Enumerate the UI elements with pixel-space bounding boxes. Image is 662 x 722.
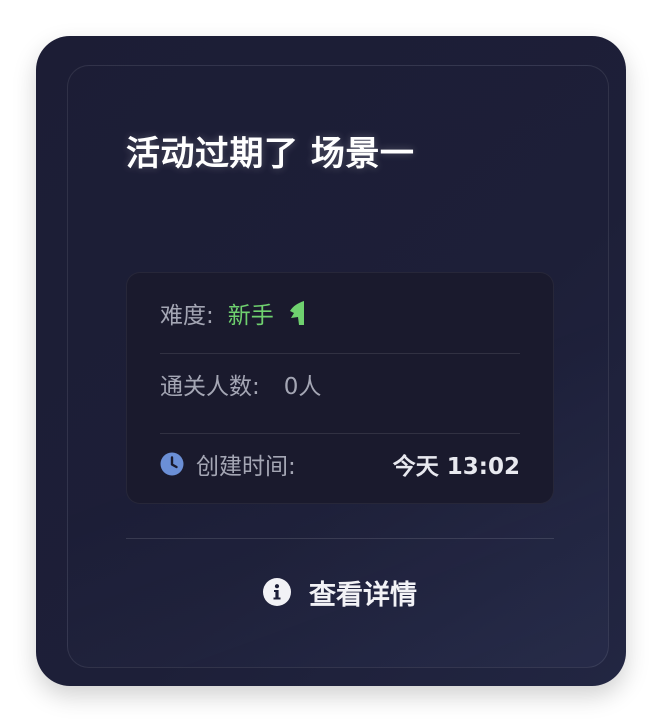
clear-count-row: 通关人数: 0人: [160, 364, 520, 404]
info-icon: [263, 578, 291, 606]
difficulty-value: 新手: [227, 303, 274, 329]
card-title: 活动过期了 场景一: [126, 134, 415, 174]
info-panel: 难度: 新手 通关人数: 0人 创建时间: 今天 13:02: [126, 272, 554, 504]
difficulty-row: 难度: 新手: [160, 293, 520, 333]
view-details-label: 查看详情: [309, 579, 417, 611]
created-time-row: 创建时间: 今天 13:02: [160, 444, 520, 484]
created-time-label-group: 创建时间:: [160, 447, 296, 481]
event-card: 活动过期了 场景一 难度: 新手 通关人数: 0人 创建时间: 今天 13:02…: [36, 36, 626, 686]
info-divider: [160, 353, 520, 354]
event-card-inner: 活动过期了 场景一 难度: 新手 通关人数: 0人 创建时间: 今天 13:02…: [67, 65, 609, 668]
view-details-button[interactable]: 查看详情: [126, 566, 554, 618]
created-time-value: 今天 13:02: [392, 454, 520, 480]
clear-count-label: 通关人数:: [160, 374, 260, 400]
footer-divider: [126, 538, 554, 539]
created-time-label: 创建时间:: [196, 454, 296, 480]
leaf-icon: [288, 299, 306, 327]
clear-count-value: 0人: [283, 374, 322, 400]
info-divider: [160, 433, 520, 434]
clock-icon: [160, 452, 184, 476]
difficulty-label: 难度:: [160, 303, 214, 329]
